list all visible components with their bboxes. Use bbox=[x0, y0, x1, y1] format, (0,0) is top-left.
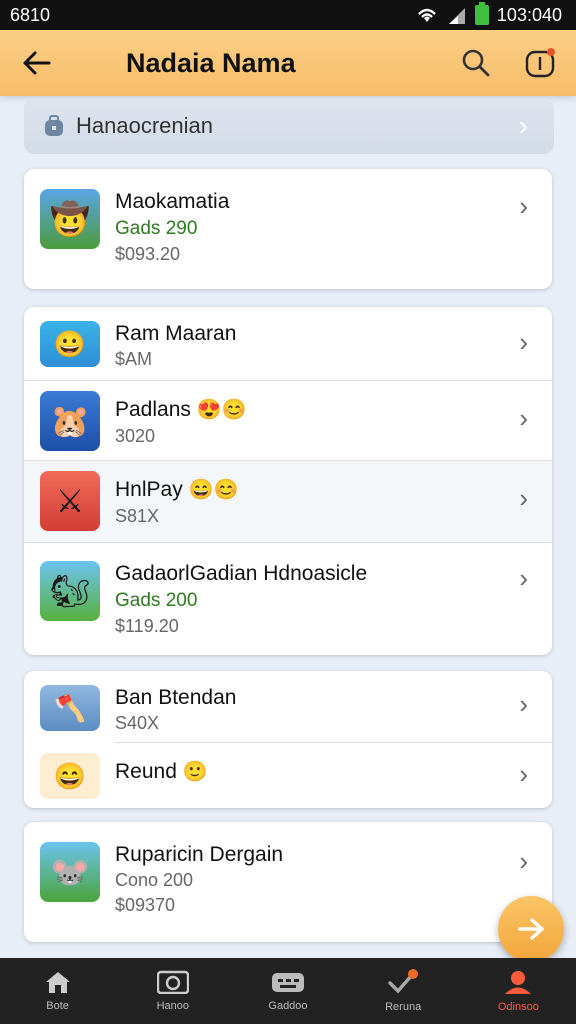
item-price: S40X bbox=[115, 713, 160, 733]
list-item[interactable]: 🐭 Ruparicin Dergain Cono 200 $09370 › bbox=[24, 822, 552, 942]
wifi-icon bbox=[418, 8, 436, 22]
bag-icon bbox=[45, 115, 63, 136]
item-name: Ram Maaran bbox=[115, 322, 237, 345]
status-time-left: 6810 bbox=[10, 4, 51, 25]
app-card: 🪓 Ban Btendan S40X › 😄 Reund 🙂 › bbox=[24, 671, 552, 808]
list-item[interactable]: 😄 Reund 🙂 › bbox=[24, 743, 552, 808]
item-name: Ruparicin Dergain bbox=[115, 843, 284, 866]
check-icon bbox=[388, 969, 419, 994]
item-tag: Gads 290 bbox=[115, 218, 198, 239]
item-name-text: Reund bbox=[115, 760, 177, 783]
item-price: $AM bbox=[115, 349, 153, 369]
notifications-button[interactable] bbox=[518, 41, 562, 85]
app-thumbnail-icon: 🤠 bbox=[40, 189, 100, 249]
item-name: Padlans 😍😊 bbox=[115, 397, 536, 423]
app-thumbnail-icon: 😀 bbox=[40, 321, 100, 367]
nav-label: Odinsoo bbox=[497, 1001, 539, 1013]
signal-icon bbox=[448, 8, 465, 24]
app-bar: Nadaia Nama bbox=[0, 30, 576, 96]
app-thumbnail-icon: 🪓 bbox=[40, 685, 100, 731]
nav-label: Hanoo bbox=[156, 1000, 189, 1012]
nav-label: Gaddoo bbox=[268, 1000, 308, 1012]
nav-label: Reruna bbox=[385, 1001, 422, 1013]
gamepad-icon bbox=[271, 973, 304, 992]
app-card: 😀 Ram Maaran $AM › 🐹 Padlans 😍😊 3020 › ⚔ … bbox=[24, 307, 552, 655]
item-emoji: 😄😊 bbox=[188, 479, 239, 501]
search-button[interactable] bbox=[454, 41, 498, 85]
list-item[interactable]: 🤠 Maokamatia Gads 290 $093.20 › bbox=[24, 169, 552, 289]
chevron-right-icon: › bbox=[519, 403, 528, 433]
nav-games[interactable]: Gaddoo bbox=[243, 970, 333, 1012]
nav-tasks[interactable]: Reruna bbox=[358, 969, 448, 1013]
chevron-right-icon: › bbox=[519, 191, 528, 221]
item-emoji: 😍😊 bbox=[196, 399, 247, 421]
item-tag: Cono 200 bbox=[115, 870, 194, 890]
nav-camera[interactable]: Hanoo bbox=[128, 970, 218, 1012]
chevron-right-icon: › bbox=[519, 759, 528, 789]
item-tag: Gads 200 bbox=[115, 590, 198, 611]
shield-badge-icon bbox=[525, 48, 555, 78]
item-name-text: Padlans bbox=[115, 398, 191, 421]
bottom-nav: Bote Hanoo Gaddoo Reruna Odinsoo bbox=[0, 958, 576, 1024]
item-price: $119.20 bbox=[115, 616, 179, 636]
item-name-text: HnlPay bbox=[115, 478, 183, 501]
item-price: 3020 bbox=[115, 426, 156, 446]
app-card: 🐭 Ruparicin Dergain Cono 200 $09370 › bbox=[24, 822, 552, 942]
app-thumbnail-icon: 🐹 bbox=[40, 391, 100, 451]
chevron-right-icon: › bbox=[519, 483, 528, 513]
app-thumbnail-icon: 🐭 bbox=[40, 842, 100, 902]
list-item[interactable]: 🪓 Ban Btendan S40X › bbox=[24, 671, 552, 742]
item-name: Maokamatia bbox=[115, 190, 230, 213]
list-item[interactable]: 🐹 Padlans 😍😊 3020 › bbox=[24, 380, 552, 460]
chevron-right-icon: › bbox=[519, 563, 528, 593]
back-button[interactable] bbox=[14, 41, 58, 85]
chevron-right-icon: › bbox=[519, 846, 528, 876]
search-icon bbox=[462, 49, 490, 77]
next-fab-button[interactable] bbox=[498, 896, 564, 962]
item-emoji: 🙂 bbox=[182, 761, 208, 783]
home-icon bbox=[45, 972, 70, 993]
list-item[interactable]: 🐿 GadaorlGadian Hdnoasicle Gads 200 $119… bbox=[24, 542, 552, 655]
status-time-right: 103:040 bbox=[496, 4, 562, 25]
item-name: GadaorlGadian Hdnoasicle bbox=[115, 562, 368, 585]
app-thumbnail-icon: 🐿 bbox=[40, 561, 100, 621]
battery-icon bbox=[474, 2, 489, 25]
app-thumbnail-icon: 😄 bbox=[40, 753, 100, 799]
category-label: Hanaocrenian bbox=[76, 113, 213, 138]
item-name: Reund 🙂 bbox=[115, 759, 536, 785]
item-price: S81X bbox=[115, 506, 160, 526]
chevron-right-icon: › bbox=[519, 689, 528, 719]
chevron-right-icon: › bbox=[519, 327, 528, 357]
list-item[interactable]: 😀 Ram Maaran $AM › bbox=[24, 307, 552, 380]
category-row[interactable]: Hanaocrenian › bbox=[24, 98, 554, 154]
item-name: HnlPay 😄😊 bbox=[115, 477, 536, 503]
page-title: Nadaia Nama bbox=[126, 47, 296, 78]
app-card: 🤠 Maokamatia Gads 290 $093.20 › bbox=[24, 169, 552, 289]
status-icons: 103:040 bbox=[415, 2, 562, 26]
chevron-right-icon: › bbox=[518, 110, 528, 141]
camera-icon bbox=[156, 970, 189, 994]
list-item[interactable]: ⚔ HnlPay 😄😊 S81X › bbox=[24, 460, 552, 542]
nav-home[interactable]: Bote bbox=[13, 970, 103, 1012]
app-thumbnail-icon: ⚔ bbox=[40, 471, 100, 531]
profile-icon bbox=[505, 971, 532, 994]
nav-label: Bote bbox=[46, 1000, 69, 1012]
item-name: Ban Btendan bbox=[115, 686, 237, 709]
nav-profile[interactable]: Odinsoo bbox=[473, 969, 563, 1013]
status-bar: 6810 103:040 bbox=[0, 0, 576, 30]
item-price: $093.20 bbox=[115, 244, 181, 264]
arrow-right-icon bbox=[518, 918, 544, 940]
arrow-left-icon bbox=[23, 51, 51, 75]
item-price: $09370 bbox=[115, 895, 176, 915]
